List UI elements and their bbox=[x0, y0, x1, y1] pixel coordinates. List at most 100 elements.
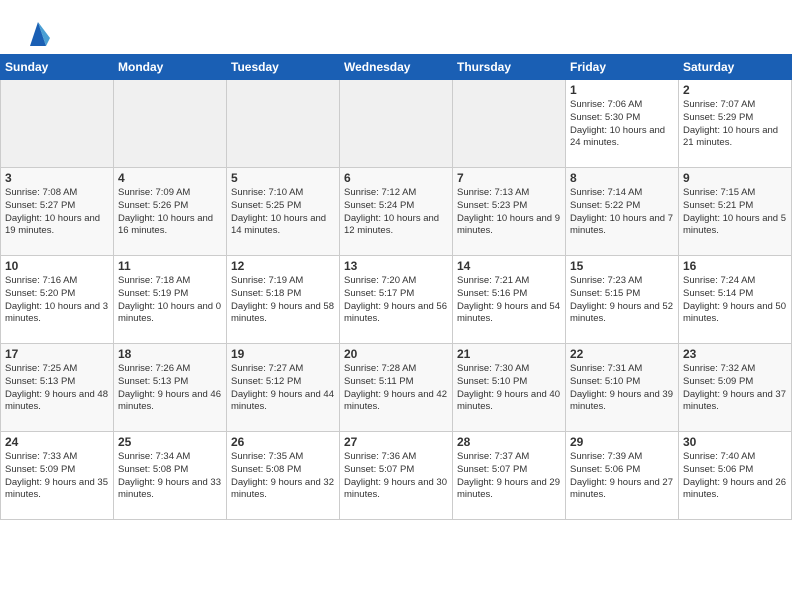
calendar-day-cell: 8 Sunrise: 7:14 AM Sunset: 5:22 PM Daylig… bbox=[566, 168, 679, 256]
day-of-week-header: Thursday bbox=[453, 55, 566, 80]
day-number: 18 bbox=[118, 347, 222, 361]
calendar-day-cell: 26 Sunrise: 7:35 AM Sunset: 5:08 PM Dayli… bbox=[227, 432, 340, 520]
calendar-day-cell: 2 Sunrise: 7:07 AM Sunset: 5:29 PM Daylig… bbox=[679, 80, 792, 168]
calendar-day-cell: 23 Sunrise: 7:32 AM Sunset: 5:09 PM Dayli… bbox=[679, 344, 792, 432]
calendar-day-cell: 12 Sunrise: 7:19 AM Sunset: 5:18 PM Dayli… bbox=[227, 256, 340, 344]
calendar-day-cell bbox=[114, 80, 227, 168]
day-number: 8 bbox=[570, 171, 674, 185]
calendar-week-row: 17 Sunrise: 7:25 AM Sunset: 5:13 PM Dayli… bbox=[1, 344, 792, 432]
calendar-day-cell: 16 Sunrise: 7:24 AM Sunset: 5:14 PM Dayli… bbox=[679, 256, 792, 344]
calendar-day-cell: 5 Sunrise: 7:10 AM Sunset: 5:25 PM Daylig… bbox=[227, 168, 340, 256]
calendar-day-cell bbox=[227, 80, 340, 168]
day-number: 29 bbox=[570, 435, 674, 449]
day-info: Sunrise: 7:40 AM Sunset: 5:06 PM Dayligh… bbox=[683, 451, 787, 502]
day-number: 14 bbox=[457, 259, 561, 273]
day-number: 20 bbox=[344, 347, 448, 361]
day-info: Sunrise: 7:23 AM Sunset: 5:15 PM Dayligh… bbox=[570, 275, 674, 326]
logo-icon bbox=[22, 18, 50, 46]
day-of-week-header: Saturday bbox=[679, 55, 792, 80]
calendar-week-row: 3 Sunrise: 7:08 AM Sunset: 5:27 PM Daylig… bbox=[1, 168, 792, 256]
calendar-day-cell: 11Sunrise: 7:18 AM Sunset: 5:19 PM Dayli… bbox=[114, 256, 227, 344]
day-number: 9 bbox=[683, 171, 787, 185]
calendar-day-cell: 18Sunrise: 7:26 AM Sunset: 5:13 PM Dayli… bbox=[114, 344, 227, 432]
day-info: Sunrise: 7:08 AM Sunset: 5:27 PM Dayligh… bbox=[5, 187, 109, 238]
calendar-day-cell bbox=[1, 80, 114, 168]
calendar: SundayMondayTuesdayWednesdayThursdayFrid… bbox=[0, 54, 792, 520]
day-of-week-header: Monday bbox=[114, 55, 227, 80]
day-info: Sunrise: 7:12 AM Sunset: 5:24 PM Dayligh… bbox=[344, 187, 448, 238]
day-number: 17 bbox=[5, 347, 109, 361]
calendar-day-cell: 28 Sunrise: 7:37 AM Sunset: 5:07 PM Dayli… bbox=[453, 432, 566, 520]
calendar-day-cell: 19 Sunrise: 7:27 AM Sunset: 5:12 PM Dayli… bbox=[227, 344, 340, 432]
calendar-day-cell: 21Sunrise: 7:30 AM Sunset: 5:10 PM Dayli… bbox=[453, 344, 566, 432]
day-number: 21 bbox=[457, 347, 561, 361]
calendar-day-cell: 10 Sunrise: 7:16 AM Sunset: 5:20 PM Dayli… bbox=[1, 256, 114, 344]
day-info: Sunrise: 7:20 AM Sunset: 5:17 PM Dayligh… bbox=[344, 275, 448, 326]
day-info: Sunrise: 7:32 AM Sunset: 5:09 PM Dayligh… bbox=[683, 363, 787, 414]
calendar-day-cell: 3 Sunrise: 7:08 AM Sunset: 5:27 PM Daylig… bbox=[1, 168, 114, 256]
calendar-day-cell: 1Sunrise: 7:06 AM Sunset: 5:30 PM Daylig… bbox=[566, 80, 679, 168]
calendar-day-cell: 9 Sunrise: 7:15 AM Sunset: 5:21 PM Daylig… bbox=[679, 168, 792, 256]
day-of-week-header: Tuesday bbox=[227, 55, 340, 80]
day-info: Sunrise: 7:37 AM Sunset: 5:07 PM Dayligh… bbox=[457, 451, 561, 502]
calendar-day-cell: 20 Sunrise: 7:28 AM Sunset: 5:11 PM Dayli… bbox=[340, 344, 453, 432]
day-number: 7 bbox=[457, 171, 561, 185]
day-number: 3 bbox=[5, 171, 109, 185]
calendar-week-row: 24Sunrise: 7:33 AM Sunset: 5:09 PM Dayli… bbox=[1, 432, 792, 520]
calendar-day-cell: 7 Sunrise: 7:13 AM Sunset: 5:23 PM Daylig… bbox=[453, 168, 566, 256]
day-info: Sunrise: 7:31 AM Sunset: 5:10 PM Dayligh… bbox=[570, 363, 674, 414]
day-number: 23 bbox=[683, 347, 787, 361]
day-number: 15 bbox=[570, 259, 674, 273]
day-number: 30 bbox=[683, 435, 787, 449]
day-number: 10 bbox=[5, 259, 109, 273]
day-info: Sunrise: 7:16 AM Sunset: 5:20 PM Dayligh… bbox=[5, 275, 109, 326]
day-info: Sunrise: 7:33 AM Sunset: 5:09 PM Dayligh… bbox=[5, 451, 109, 502]
day-number: 12 bbox=[231, 259, 335, 273]
calendar-day-cell: 17 Sunrise: 7:25 AM Sunset: 5:13 PM Dayli… bbox=[1, 344, 114, 432]
day-number: 1 bbox=[570, 83, 674, 97]
day-info: Sunrise: 7:25 AM Sunset: 5:13 PM Dayligh… bbox=[5, 363, 109, 414]
day-info: Sunrise: 7:35 AM Sunset: 5:08 PM Dayligh… bbox=[231, 451, 335, 502]
day-number: 5 bbox=[231, 171, 335, 185]
day-of-week-header: Sunday bbox=[1, 55, 114, 80]
day-info: Sunrise: 7:13 AM Sunset: 5:23 PM Dayligh… bbox=[457, 187, 561, 238]
calendar-day-cell: 13 Sunrise: 7:20 AM Sunset: 5:17 PM Dayli… bbox=[340, 256, 453, 344]
day-info: Sunrise: 7:10 AM Sunset: 5:25 PM Dayligh… bbox=[231, 187, 335, 238]
day-info: Sunrise: 7:24 AM Sunset: 5:14 PM Dayligh… bbox=[683, 275, 787, 326]
day-info: Sunrise: 7:36 AM Sunset: 5:07 PM Dayligh… bbox=[344, 451, 448, 502]
calendar-day-cell bbox=[340, 80, 453, 168]
calendar-day-cell: 6 Sunrise: 7:12 AM Sunset: 5:24 PM Daylig… bbox=[340, 168, 453, 256]
day-info: Sunrise: 7:34 AM Sunset: 5:08 PM Dayligh… bbox=[118, 451, 222, 502]
day-info: Sunrise: 7:07 AM Sunset: 5:29 PM Dayligh… bbox=[683, 99, 787, 150]
day-number: 26 bbox=[231, 435, 335, 449]
day-info: Sunrise: 7:21 AM Sunset: 5:16 PM Dayligh… bbox=[457, 275, 561, 326]
day-info: Sunrise: 7:15 AM Sunset: 5:21 PM Dayligh… bbox=[683, 187, 787, 238]
calendar-day-cell: 4 Sunrise: 7:09 AM Sunset: 5:26 PM Daylig… bbox=[114, 168, 227, 256]
calendar-day-cell: 29 Sunrise: 7:39 AM Sunset: 5:06 PM Dayli… bbox=[566, 432, 679, 520]
day-info: Sunrise: 7:39 AM Sunset: 5:06 PM Dayligh… bbox=[570, 451, 674, 502]
day-info: Sunrise: 7:14 AM Sunset: 5:22 PM Dayligh… bbox=[570, 187, 674, 238]
day-number: 16 bbox=[683, 259, 787, 273]
day-number: 2 bbox=[683, 83, 787, 97]
day-info: Sunrise: 7:27 AM Sunset: 5:12 PM Dayligh… bbox=[231, 363, 335, 414]
day-info: Sunrise: 7:09 AM Sunset: 5:26 PM Dayligh… bbox=[118, 187, 222, 238]
header bbox=[0, 0, 792, 54]
day-number: 6 bbox=[344, 171, 448, 185]
day-number: 22 bbox=[570, 347, 674, 361]
day-number: 27 bbox=[344, 435, 448, 449]
day-number: 25 bbox=[118, 435, 222, 449]
day-number: 11 bbox=[118, 259, 222, 273]
day-of-week-header: Friday bbox=[566, 55, 679, 80]
calendar-day-cell: 30 Sunrise: 7:40 AM Sunset: 5:06 PM Dayli… bbox=[679, 432, 792, 520]
day-number: 4 bbox=[118, 171, 222, 185]
calendar-week-row: 10 Sunrise: 7:16 AM Sunset: 5:20 PM Dayli… bbox=[1, 256, 792, 344]
day-number: 13 bbox=[344, 259, 448, 273]
day-of-week-header: Wednesday bbox=[340, 55, 453, 80]
calendar-day-cell: 25 Sunrise: 7:34 AM Sunset: 5:08 PM Dayli… bbox=[114, 432, 227, 520]
calendar-day-cell bbox=[453, 80, 566, 168]
day-info: Sunrise: 7:19 AM Sunset: 5:18 PM Dayligh… bbox=[231, 275, 335, 326]
calendar-week-row: 1Sunrise: 7:06 AM Sunset: 5:30 PM Daylig… bbox=[1, 80, 792, 168]
day-number: 28 bbox=[457, 435, 561, 449]
day-number: 19 bbox=[231, 347, 335, 361]
day-info: Sunrise: 7:28 AM Sunset: 5:11 PM Dayligh… bbox=[344, 363, 448, 414]
